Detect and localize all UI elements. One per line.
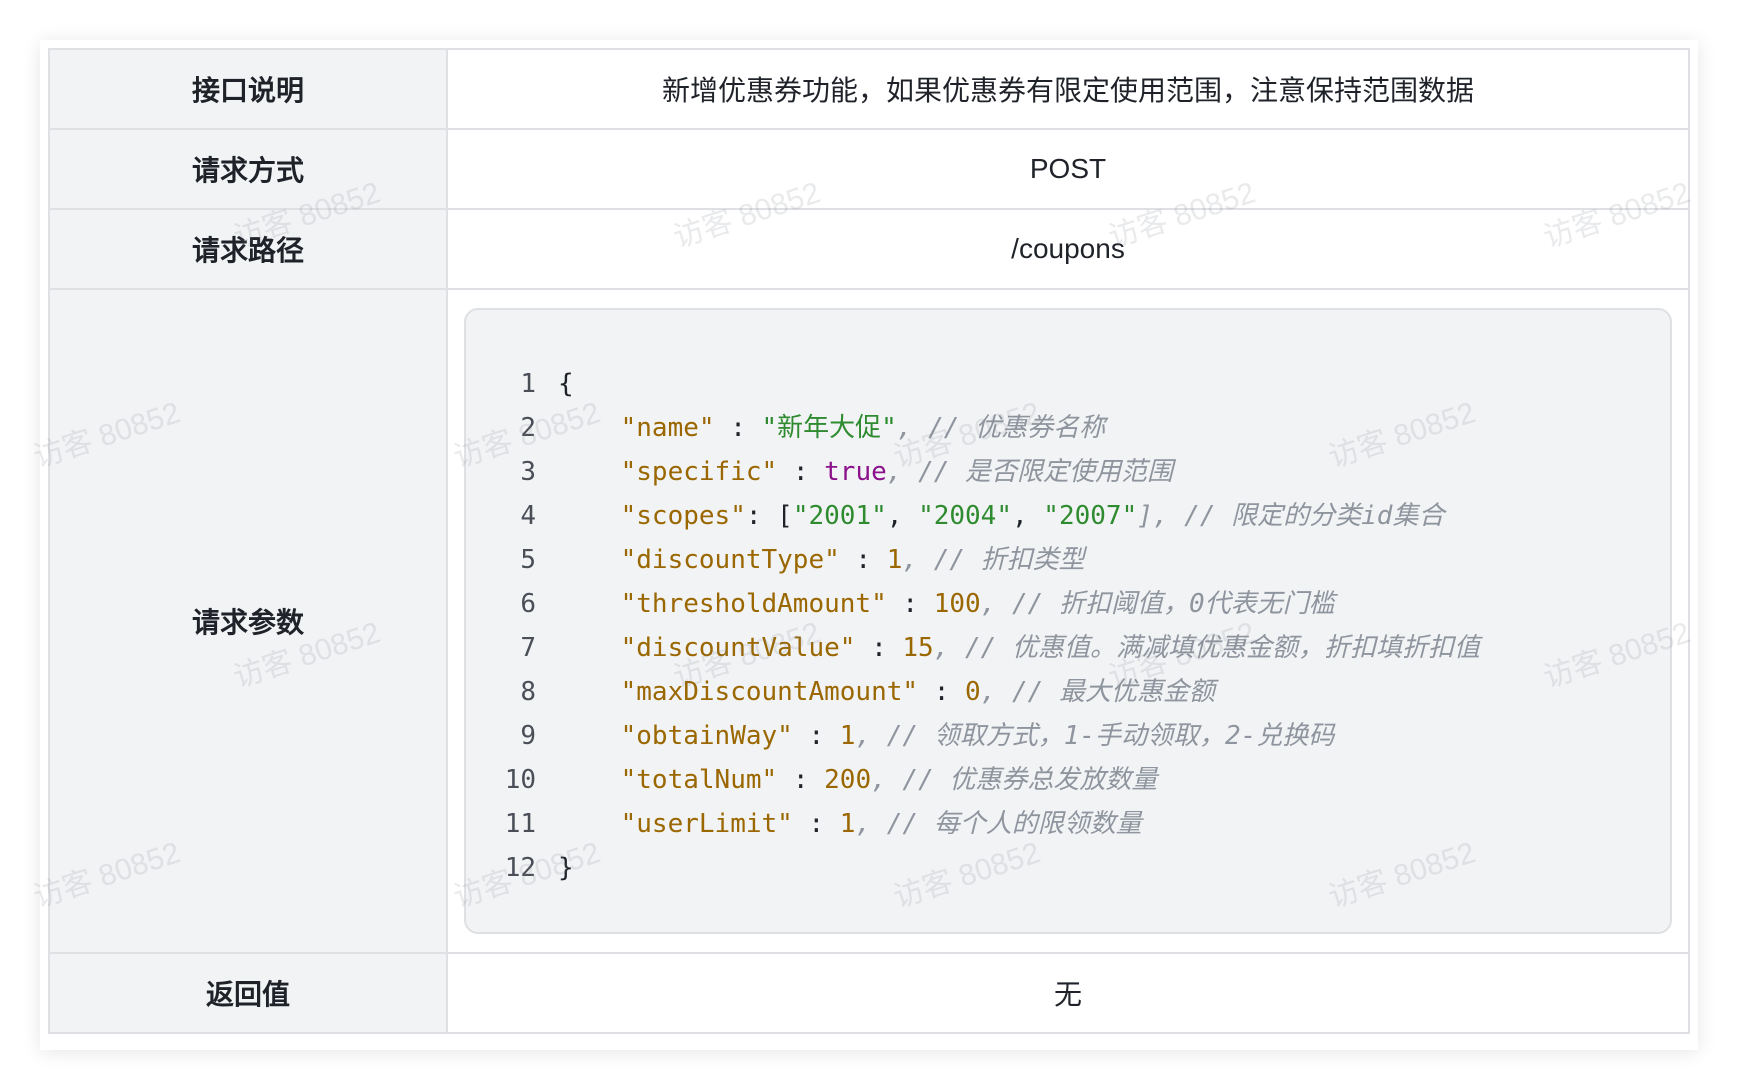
json-key: "discountType" — [620, 545, 840, 575]
line-number: 3 — [520, 457, 536, 487]
code-comment: , // 是否限定使用范围 — [886, 457, 1174, 487]
json-array-item: "2004" — [918, 501, 1012, 531]
json-array-item: "2001" — [792, 501, 887, 531]
json-key: "thresholdAmount" — [620, 589, 887, 619]
json-sep: : — [792, 721, 840, 751]
json-value: 1 — [839, 809, 856, 839]
json-sep: : — [886, 589, 934, 619]
row-params: 请求参数 1 { 2 "name" : "新年大促", // 优惠券名称 3 "… — [48, 288, 1690, 954]
row-description: 接口说明 新增优惠券功能，如果优惠券有限定使用范围，注意保持范围数据 — [48, 48, 1690, 130]
path-label: 请求路径 — [48, 208, 448, 290]
row-path: 请求路径 /coupons — [48, 208, 1690, 290]
description-label: 接口说明 — [48, 48, 448, 130]
json-sep: : [ — [745, 501, 793, 531]
code-comment: , // 领取方式，1-手动领取，2-兑换码 — [855, 721, 1335, 751]
line-number: 6 — [520, 589, 536, 619]
code-comment: , // 优惠券总发放数量 — [871, 765, 1158, 795]
method-value: POST — [446, 128, 1690, 210]
row-method: 请求方式 POST — [48, 128, 1690, 210]
code-block[interactable]: 1 { 2 "name" : "新年大促", // 优惠券名称 3 "speci… — [464, 308, 1672, 934]
json-key: "userLimit" — [620, 809, 793, 839]
params-label: 请求参数 — [48, 288, 448, 954]
code-comment: , // 优惠券名称 — [896, 413, 1106, 443]
description-value: 新增优惠券功能，如果优惠券有限定使用范围，注意保持范围数据 — [446, 48, 1690, 130]
line-number: 10 — [504, 765, 536, 795]
return-label: 返回值 — [48, 952, 448, 1034]
code-line: 4 "scopes": ["2001", "2004", "2007"], //… — [466, 494, 1670, 538]
code-comment: ], // 限定的分类id集合 — [1137, 501, 1445, 531]
json-value: 100 — [933, 589, 981, 619]
line-number: 8 — [520, 677, 536, 707]
json-sep: : — [777, 457, 825, 487]
code-line: 3 "specific" : true, // 是否限定使用范围 — [466, 450, 1670, 494]
line-number: 5 — [520, 545, 536, 575]
api-doc-card: 接口说明 新增优惠券功能，如果优惠券有限定使用范围，注意保持范围数据 请求方式 … — [40, 40, 1698, 1050]
code-line: 11 "userLimit" : 1, // 每个人的限领数量 — [466, 802, 1670, 846]
json-key: "discountValue" — [620, 633, 856, 663]
code-line: 10 "totalNum" : 200, // 优惠券总发放数量 — [466, 758, 1670, 802]
json-value: 1 — [886, 545, 903, 575]
json-sep: : — [777, 765, 825, 795]
code-line: 1 { — [466, 362, 1670, 406]
row-return: 返回值 无 — [48, 952, 1690, 1034]
json-key: "scopes" — [620, 501, 746, 531]
json-key: "obtainWay" — [620, 721, 793, 751]
api-spec-table: 接口说明 新增优惠券功能，如果优惠券有限定使用范围，注意保持范围数据 请求方式 … — [48, 48, 1690, 1034]
json-key: "specific" — [620, 457, 778, 487]
code-line: 2 "name" : "新年大促", // 优惠券名称 — [466, 406, 1670, 450]
code-line: 9 "obtainWay" : 1, // 领取方式，1-手动领取，2-兑换码 — [466, 714, 1670, 758]
json-key: "maxDiscountAmount" — [620, 677, 919, 707]
json-value: 1 — [839, 721, 856, 751]
json-sep: : — [792, 809, 840, 839]
json-array-item: "2007" — [1043, 501, 1138, 531]
path-value: /coupons — [446, 208, 1690, 290]
json-sep: : — [918, 677, 966, 707]
json-value: true — [824, 457, 887, 487]
code-comment: , // 每个人的限领数量 — [855, 809, 1142, 839]
line-number: 7 — [520, 633, 536, 663]
line-number: 1 — [520, 369, 536, 399]
params-cell: 1 { 2 "name" : "新年大促", // 优惠券名称 3 "speci… — [446, 288, 1690, 954]
code-line: 6 "thresholdAmount" : 100, // 折扣阈值，0代表无门… — [466, 582, 1670, 626]
code-comment: , // 折扣类型 — [902, 545, 1085, 575]
code-line: 8 "maxDiscountAmount" : 0, // 最大优惠金额 — [466, 670, 1670, 714]
code-line: 12 } — [466, 846, 1670, 890]
line-number: 2 — [520, 413, 536, 443]
close-brace: } — [558, 853, 574, 883]
json-value: 0 — [965, 677, 981, 707]
json-key: "name" — [620, 413, 715, 443]
json-value: "新年大促" — [761, 413, 897, 443]
json-sep: : — [855, 633, 903, 663]
line-number: 4 — [520, 501, 536, 531]
line-number: 11 — [504, 809, 536, 839]
json-value: 15 — [902, 633, 934, 663]
code-line: 5 "discountType" : 1, // 折扣类型 — [466, 538, 1670, 582]
line-number: 12 — [504, 853, 536, 883]
open-brace: { — [558, 369, 574, 399]
code-comment: , // 最大优惠金额 — [980, 677, 1215, 707]
line-number: 9 — [520, 721, 536, 751]
json-value: 200 — [824, 765, 872, 795]
code-comment: , // 折扣阈值，0代表无门槛 — [980, 589, 1335, 619]
json-key: "totalNum" — [620, 765, 778, 795]
json-sep: : — [839, 545, 887, 575]
method-label: 请求方式 — [48, 128, 448, 210]
code-comment: , // 优惠值。满减填优惠金额，折扣填折扣值 — [933, 633, 1480, 663]
code-line: 7 "discountValue" : 15, // 优惠值。满减填优惠金额，折… — [466, 626, 1670, 670]
return-value: 无 — [446, 952, 1690, 1034]
json-sep: : — [714, 413, 762, 443]
